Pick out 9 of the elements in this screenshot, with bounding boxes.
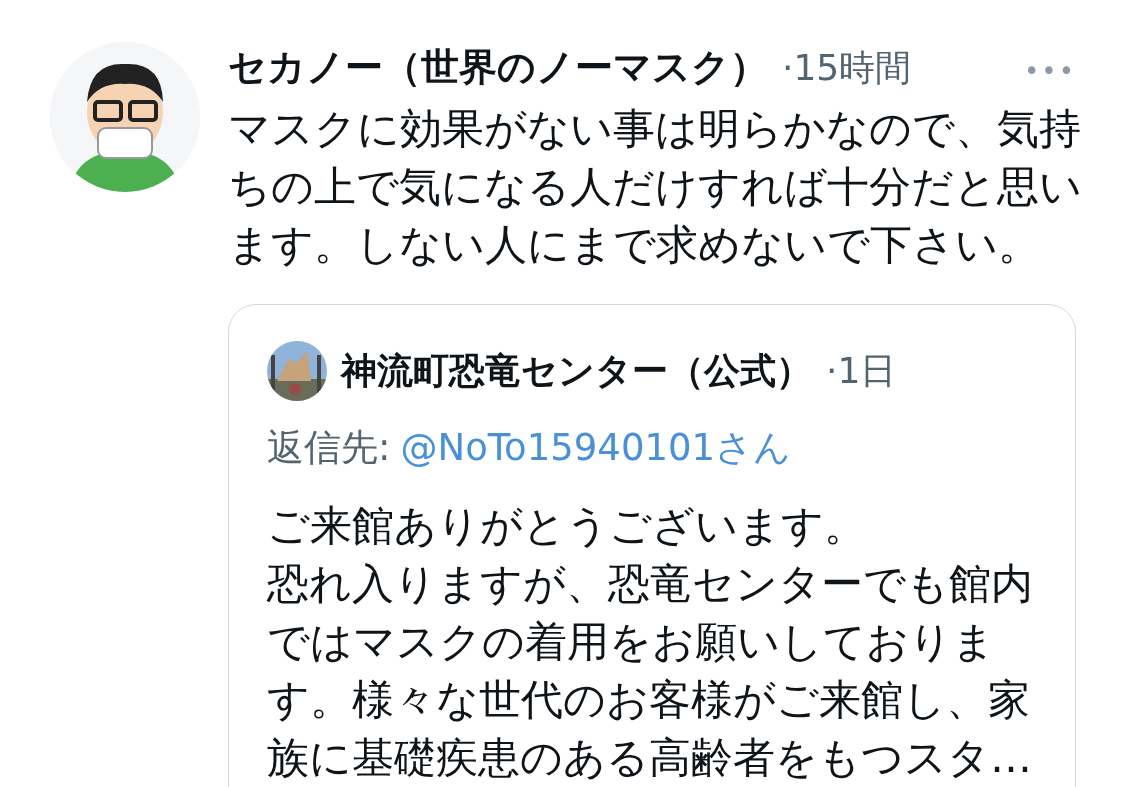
quoted-post-paragraph: 恐れ入りますが、恐竜センターでも館内ではマスクの着用をお願いしております。様々な世代のお客様がご来館し、家族に基礎疾患のある高齢者をもつスタ… (267, 558, 1034, 784)
quoted-post-time: ·1日 (826, 348, 897, 393)
quoted-post-card[interactable]: 神流町恐竜センター（公式） ·1日 返信先: @NoTo15940101さん ご来館ありがとうございます。 恐れ入りますが、恐竜センターでも館内ではマスクの着用をお願いしております。様々な世代のお客様がご来館し、家族に基礎疾患のある高齢者をもつスタ… (228, 304, 1076, 787)
quoted-post-paragraph: ご来館ありがとうございます。 (267, 500, 867, 552)
reply-label: 返信先: (267, 425, 391, 471)
author-name[interactable]: セカノー（世界のノーマスク） (228, 42, 768, 93)
post-text: マスクに効果がない事は明らかなので、気持ちの上で気になる人だけすれば十分だと思います。しない人にまで求めないで下さい。 (228, 103, 1083, 271)
quoted-author-name[interactable]: 神流町恐竜センター（公式） (341, 346, 812, 396)
post-time: ·15時間 (782, 46, 912, 90)
